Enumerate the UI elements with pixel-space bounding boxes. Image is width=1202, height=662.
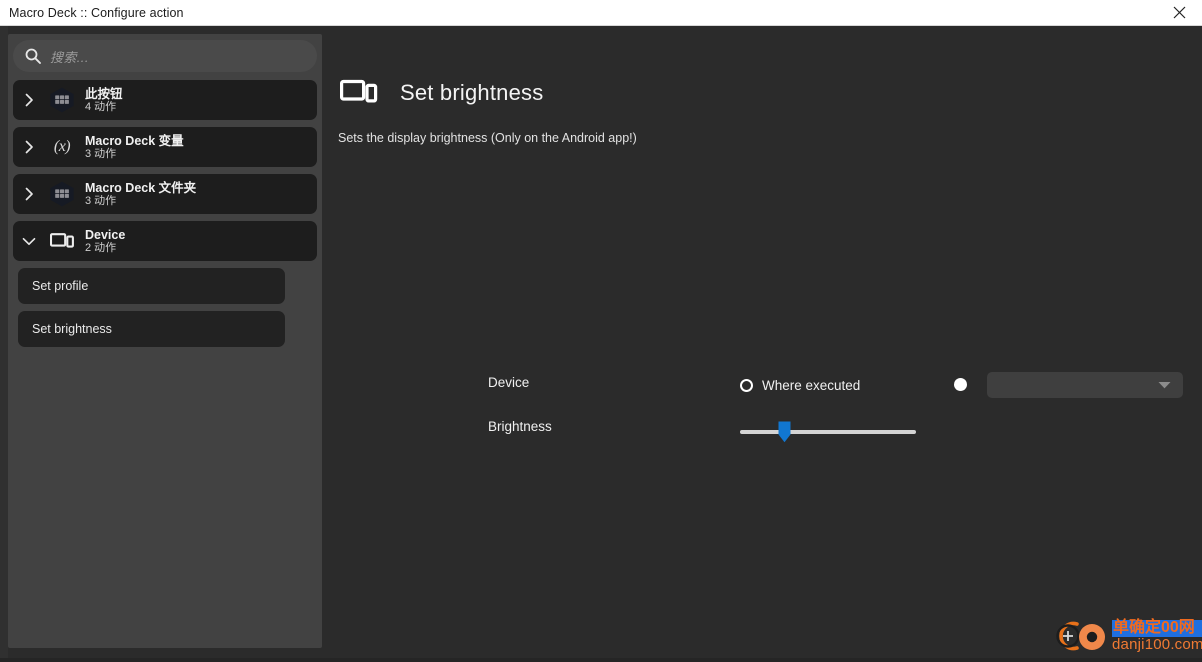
action-config-form: Device Where executed Brightness <box>470 366 1190 454</box>
device-select[interactable] <box>987 372 1183 398</box>
group-subtitle: 3 动作 <box>85 147 117 160</box>
radio-where-executed-label: Where executed <box>762 378 861 393</box>
chevron-down-icon[interactable] <box>1158 381 1171 389</box>
grid-hexagon-icon <box>49 87 75 113</box>
group-subtitle: 4 动作 <box>85 100 117 113</box>
group-subtitle: 2 动作 <box>85 241 117 254</box>
grid-hexagon-icon <box>49 181 75 207</box>
tree-item-label: Set brightness <box>32 322 112 336</box>
group-text: Device 2 动作 <box>85 228 125 254</box>
device-label: Device <box>488 375 530 390</box>
device-icon <box>50 232 74 248</box>
title-bar: Macro Deck :: Configure action <box>0 0 1202 26</box>
chevron-right-icon[interactable] <box>13 140 45 154</box>
close-button[interactable] <box>1156 0 1202 26</box>
group-icon-wrapper: (x) <box>45 138 79 156</box>
chevron-right-icon[interactable] <box>13 187 45 201</box>
group-icon-wrapper <box>45 181 79 207</box>
group-title: Macro Deck 变量 <box>85 133 184 148</box>
group-icon-wrapper <box>45 87 79 113</box>
action-header: Set brightness <box>340 76 543 110</box>
action-tree-sidebar: 搜索... 此按钮 4 动作 (x) Macro Deck 变量 3 动作 Ma… <box>8 34 322 648</box>
main-panel: Set brightness Sets the display brightne… <box>322 26 1202 658</box>
bottom-border-strip <box>0 658 1202 662</box>
radio-where-executed-indicator[interactable] <box>740 379 753 392</box>
close-icon <box>1173 6 1185 19</box>
group-title: Macro Deck 文件夹 <box>85 180 197 195</box>
group-subtitle: 3 动作 <box>85 194 117 207</box>
tree-item-set-profile[interactable]: Set profile <box>18 268 285 304</box>
tree-group-this-button[interactable]: 此按钮 4 动作 <box>13 80 317 120</box>
tree-group-macrodeck-variables[interactable]: (x) Macro Deck 变量 3 动作 <box>13 127 317 167</box>
group-title: 此按钮 <box>85 86 123 101</box>
page-title: Set brightness <box>400 80 544 105</box>
search-box[interactable]: 搜索... <box>13 40 317 72</box>
form-row-brightness: Brightness <box>470 410 1190 454</box>
radio-specific-device-indicator[interactable] <box>954 378 967 391</box>
brightness-slider[interactable] <box>740 421 916 443</box>
search-input[interactable]: 搜索... <box>50 47 89 66</box>
left-border-strip <box>0 26 8 662</box>
device-icon <box>340 79 378 103</box>
radio-where-executed[interactable]: Where executed <box>740 378 860 393</box>
form-row-device: Device Where executed <box>470 366 1190 410</box>
radio-specific-device[interactable] <box>954 378 967 391</box>
window-title: Macro Deck :: Configure action <box>9 5 184 20</box>
group-title: Device <box>85 227 126 242</box>
tree-item-label: Set profile <box>32 279 89 293</box>
action-tree: 此按钮 4 动作 (x) Macro Deck 变量 3 动作 Macro De… <box>13 80 317 354</box>
chevron-right-icon[interactable] <box>13 93 45 107</box>
variable-icon: (x) <box>53 138 71 155</box>
group-text: Macro Deck 文件夹 3 动作 <box>85 181 196 207</box>
brightness-label: Brightness <box>488 419 552 434</box>
brightness-slider-track[interactable] <box>740 430 916 434</box>
brightness-slider-thumb[interactable] <box>778 421 791 443</box>
group-text: 此按钮 4 动作 <box>85 87 123 113</box>
group-icon-wrapper <box>45 232 79 251</box>
tree-group-macrodeck-folders[interactable]: Macro Deck 文件夹 3 动作 <box>13 174 317 214</box>
search-icon <box>25 48 41 64</box>
chevron-down-icon[interactable] <box>13 237 45 246</box>
main-header-icon-wrapper <box>340 76 380 110</box>
group-text: Macro Deck 变量 3 动作 <box>85 134 184 160</box>
window-body: 搜索... 此按钮 4 动作 (x) Macro Deck 变量 3 动作 Ma… <box>0 26 1202 662</box>
tree-group-device[interactable]: Device 2 动作 <box>13 221 317 261</box>
action-description: Sets the display brightness (Only on the… <box>338 131 637 145</box>
tree-item-set-brightness[interactable]: Set brightness <box>18 311 285 347</box>
